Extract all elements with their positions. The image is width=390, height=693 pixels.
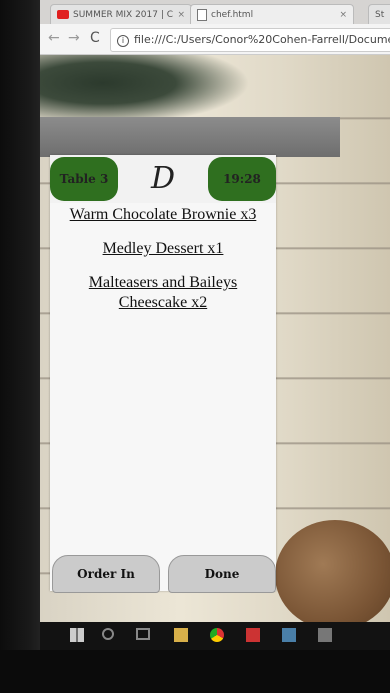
tab-summer-mix[interactable]: SUMMER MIX 2017 | C × bbox=[50, 4, 192, 25]
close-icon[interactable]: × bbox=[177, 5, 185, 25]
taskbar bbox=[40, 622, 390, 650]
monitor-screen: SUMMER MIX 2017 | C × chef.html × St ← →… bbox=[40, 0, 390, 622]
forward-icon[interactable]: → bbox=[68, 30, 80, 46]
order-header: Table 3 D 19:28 bbox=[50, 155, 276, 203]
app-icon[interactable] bbox=[246, 628, 260, 642]
url-text: file:///C:/Users/Conor%20Cohen-Farrell/D… bbox=[134, 33, 390, 46]
tab-label: St bbox=[375, 10, 385, 20]
tab-third[interactable]: St bbox=[368, 4, 390, 25]
file-explorer-icon[interactable] bbox=[174, 628, 188, 642]
app-icon[interactable] bbox=[282, 628, 296, 642]
app-icon[interactable] bbox=[318, 628, 332, 642]
youtube-icon bbox=[57, 10, 69, 19]
header-band bbox=[40, 117, 340, 157]
tab-chef-html[interactable]: chef.html × bbox=[190, 4, 354, 25]
reload-icon[interactable]: C bbox=[90, 30, 100, 46]
tab-label: chef.html bbox=[211, 10, 254, 20]
url-input[interactable]: i file:///C:/Users/Conor%20Cohen-Farrell/… bbox=[110, 28, 390, 52]
task-view-icon[interactable] bbox=[136, 628, 150, 640]
chrome-icon[interactable] bbox=[210, 628, 224, 642]
coconut-image bbox=[275, 520, 390, 622]
page-background: Table 3 D 19:28 Warm Chocolate Brownie x… bbox=[40, 55, 390, 622]
monitor-bezel bbox=[0, 650, 390, 693]
table-badge: Table 3 bbox=[50, 157, 118, 201]
order-item[interactable]: Medley Dessert x1 bbox=[50, 239, 276, 259]
order-in-button[interactable]: Order In bbox=[52, 555, 160, 593]
logo: D bbox=[150, 161, 176, 196]
windows-start-icon[interactable] bbox=[70, 628, 84, 642]
close-icon[interactable]: × bbox=[339, 5, 347, 25]
order-item[interactable]: Malteasers and Baileys Cheescake x2 bbox=[50, 273, 276, 313]
back-icon[interactable]: ← bbox=[48, 30, 60, 46]
info-icon[interactable]: i bbox=[117, 35, 129, 47]
search-icon[interactable] bbox=[102, 628, 114, 640]
tab-label: SUMMER MIX 2017 | C bbox=[73, 10, 174, 20]
address-bar: ← → C i file:///C:/Users/Conor%20Cohen-Fa… bbox=[40, 24, 390, 55]
plant-image bbox=[40, 55, 250, 125]
document-icon bbox=[197, 8, 207, 21]
order-card: Table 3 D 19:28 Warm Chocolate Brownie x… bbox=[50, 155, 276, 593]
done-button[interactable]: Done bbox=[168, 555, 276, 593]
time-badge: 19:28 bbox=[208, 157, 276, 201]
browser-tab-bar: SUMMER MIX 2017 | C × chef.html × St bbox=[40, 0, 390, 25]
order-item[interactable]: Warm Chocolate Brownie x3 bbox=[50, 205, 276, 225]
order-list: Warm Chocolate Brownie x3 Medley Dessert… bbox=[50, 205, 276, 327]
